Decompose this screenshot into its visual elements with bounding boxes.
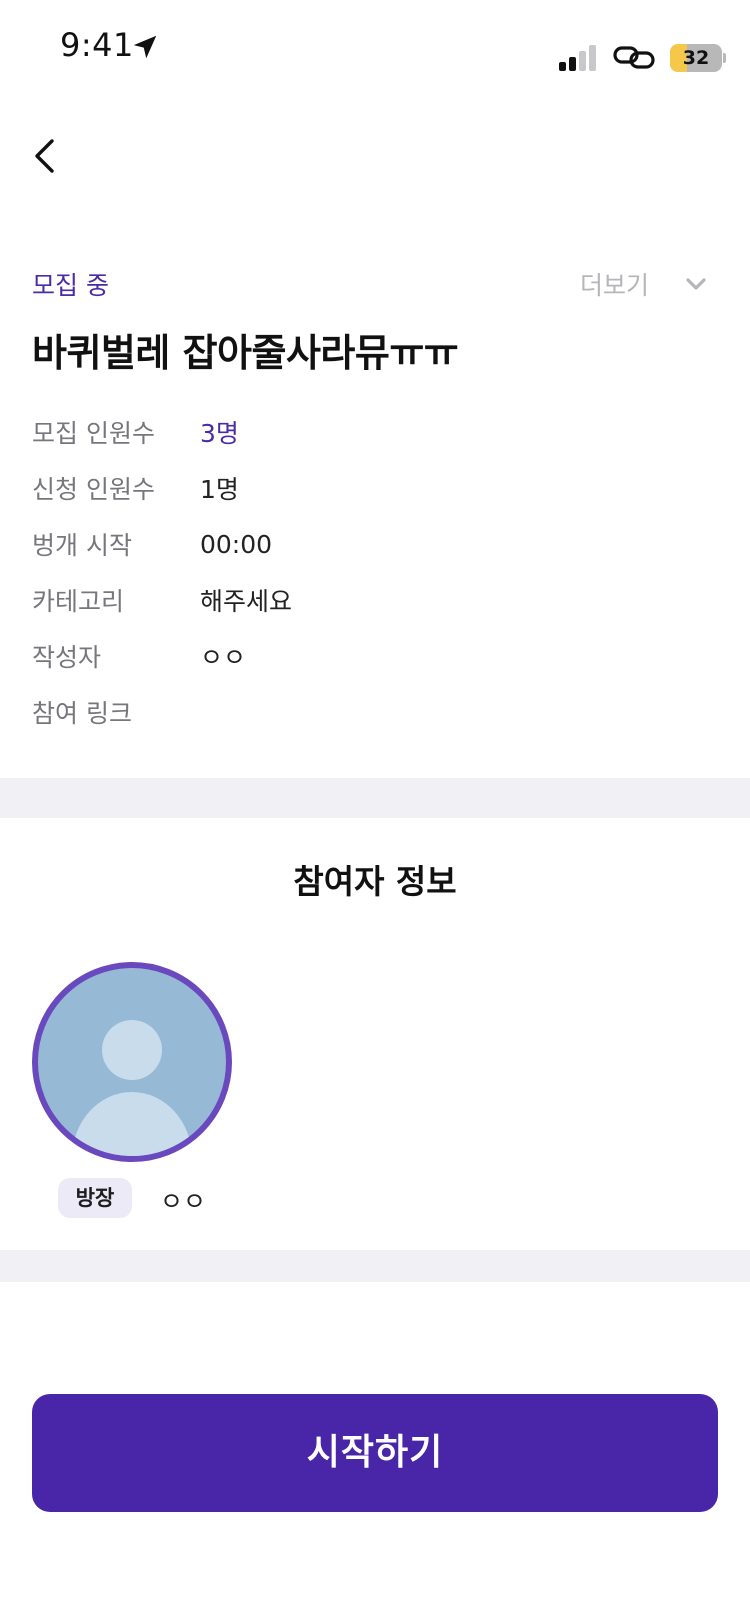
info-list: 모집 인원수 3명 신청 인원수 1명 벙개 시작 00:00 카테고리 해주세… — [32, 404, 292, 740]
info-row-recruit-count: 모집 인원수 3명 — [32, 404, 292, 460]
avatar[interactable] — [32, 962, 232, 1162]
more-label: 더보기 — [580, 271, 650, 300]
participants-section-title: 참여자 정보 — [293, 862, 457, 901]
info-value: 해주세요 — [200, 587, 293, 616]
section-divider — [0, 778, 750, 818]
info-row-applicant-count: 신청 인원수 1명 — [32, 460, 292, 516]
recruit-status-label: 모집 중 — [32, 271, 109, 300]
participant-name: ㅇㅇ — [160, 1187, 207, 1216]
host-badge: 방장 — [58, 1178, 132, 1218]
location-arrow-icon — [133, 35, 157, 59]
chevron-down-icon — [686, 278, 706, 290]
info-row-start-time: 벙개 시작 00:00 — [32, 516, 292, 572]
info-label: 참여 링크 — [32, 699, 132, 728]
section-divider — [0, 1250, 750, 1282]
info-row-join-link: 참여 링크 — [32, 684, 292, 740]
info-value: 00:00 — [200, 529, 273, 559]
info-row-author: 작성자 ㅇㅇ — [32, 628, 292, 684]
info-label: 모집 인원수 — [32, 419, 155, 448]
battery-level: 32 — [682, 47, 710, 69]
signal-icon — [559, 45, 596, 71]
back-button[interactable] — [24, 132, 64, 180]
info-label: 벙개 시작 — [32, 531, 132, 560]
info-value: 1명 — [200, 475, 239, 504]
info-value: 3명 — [200, 419, 239, 448]
user-silhouette-icon — [72, 1020, 192, 1156]
info-row-category: 카테고리 해주세요 — [32, 572, 292, 628]
status-time: 9:41 — [60, 26, 134, 64]
more-toggle-button[interactable]: 더보기 — [580, 266, 707, 302]
info-label: 작성자 — [32, 643, 102, 672]
back-chevron-icon — [35, 139, 54, 173]
post-title: 바퀴벌레 잡아줄사라뮤ㅠㅠ — [32, 331, 459, 375]
info-value: ㅇㅇ — [200, 643, 247, 672]
start-button[interactable]: 시작하기 — [32, 1394, 718, 1512]
info-label: 카테고리 — [32, 587, 125, 616]
link-icon — [613, 46, 655, 69]
status-bar: 9:41 32 — [0, 0, 750, 100]
battery-indicator: 32 — [670, 44, 726, 72]
info-label: 신청 인원수 — [32, 475, 155, 504]
